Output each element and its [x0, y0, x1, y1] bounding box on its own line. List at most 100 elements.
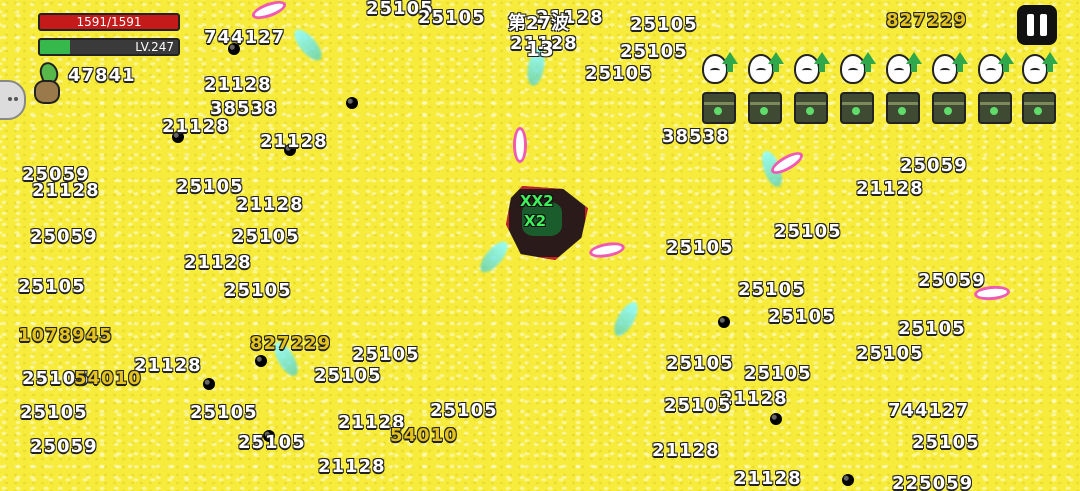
damage-number: 25105 [664, 395, 732, 416]
level-text: LV.247 [135, 40, 174, 54]
barrel-icon [794, 92, 828, 124]
wave-label: 第27波 [508, 13, 570, 34]
health-text: 1591/1591 [76, 15, 142, 29]
damage-number: 25105 [768, 306, 836, 327]
damage-number: 744127 [204, 27, 286, 48]
green-up-arrow-icon [814, 52, 830, 72]
damage-number: 25105 [232, 226, 300, 247]
dark-orb [346, 97, 358, 109]
player-character: XX2 X2 [498, 180, 590, 260]
barrel-icon [840, 92, 874, 124]
damage-number: 225059 [892, 473, 974, 491]
damage-number: 1078945 [18, 325, 113, 346]
upgrade-slot [700, 52, 738, 124]
pink-bolt [513, 127, 527, 163]
upgrade-slot [792, 52, 830, 124]
upgrade-slot [838, 52, 876, 124]
damage-number: 25105 [666, 237, 734, 258]
damage-number: 25105 [430, 400, 498, 421]
damage-number: 827229 [886, 10, 968, 31]
damage-number: 25059 [30, 226, 98, 247]
damage-number: 25059 [918, 270, 986, 291]
pause-icon [1040, 14, 1047, 36]
damage-number: 25105 [18, 276, 86, 297]
damage-number: 25105 [666, 353, 734, 374]
green-up-arrow-icon [860, 52, 876, 72]
damage-number: 25105 [774, 221, 842, 242]
damage-number: 25105 [620, 41, 688, 62]
damage-number: 25105 [912, 432, 980, 453]
upgrade-slot [1020, 52, 1058, 124]
experience-fill [40, 40, 71, 54]
green-up-arrow-icon [768, 52, 784, 72]
damage-number: 21128 [318, 456, 386, 477]
dark-orb [255, 355, 267, 367]
dark-orb [770, 413, 782, 425]
health-bar: 1591/1591 [38, 13, 180, 31]
damage-number: 21128 [162, 116, 230, 137]
upgrade-slot [746, 52, 784, 124]
damage-number: 54010 [390, 425, 458, 446]
ally-body [34, 80, 60, 104]
side-menu-tab[interactable] [0, 80, 26, 120]
damage-number: 25105 [418, 7, 486, 28]
damage-number: 25105 [352, 344, 420, 365]
pause-button[interactable] [1017, 5, 1057, 45]
pink-bolt [588, 239, 626, 261]
damage-number: 25105 [630, 14, 698, 35]
damage-number: 21128 [734, 468, 802, 489]
dark-orb [203, 378, 215, 390]
damage-number: 21128 [204, 74, 272, 95]
damage-number: 21128 [32, 180, 100, 201]
damage-number: 25105 [585, 63, 653, 84]
damage-number: 25105 [224, 280, 292, 301]
cyan-feather-projectile [289, 25, 327, 65]
green-up-arrow-icon [906, 52, 922, 72]
damage-number: 25105 [744, 363, 812, 384]
barrel-icon [1022, 92, 1056, 124]
damage-number: 25105 [856, 343, 924, 364]
experience-bar: LV.247 [38, 38, 180, 56]
damage-number: 25105 [314, 365, 382, 386]
game-field[interactable]: 25105 25105 25105 25105 25105 21128 2112… [0, 0, 1080, 491]
plant-ally [30, 59, 62, 104]
damage-number: 21128 [652, 440, 720, 461]
damage-number: 744127 [888, 400, 970, 421]
green-up-arrow-icon [722, 52, 738, 72]
upgrade-slot [930, 52, 968, 124]
damage-number: 38538 [662, 126, 730, 147]
pink-bolt [767, 147, 807, 179]
green-up-arrow-icon [952, 52, 968, 72]
damage-number: 54010 [74, 368, 142, 389]
damage-number: 25105 [898, 318, 966, 339]
damage-number: 25105 [738, 279, 806, 300]
barrel-icon [702, 92, 736, 124]
upgrade-slot [884, 52, 922, 124]
green-up-arrow-icon [998, 52, 1014, 72]
cyan-feather-projectile [609, 298, 643, 340]
barrel-icon [748, 92, 782, 124]
upgrade-slot [976, 52, 1014, 124]
damage-number: 25105 [20, 402, 88, 423]
barrel-icon [886, 92, 920, 124]
combo-text: XX2 [520, 192, 554, 210]
combo-text: X2 [524, 212, 547, 230]
damage-number: 21128 [856, 178, 924, 199]
damage-number: 21128 [184, 252, 252, 273]
damage-number: 25105 [176, 176, 244, 197]
pause-icon [1027, 14, 1034, 36]
dark-orb [842, 474, 854, 486]
damage-number: 25105 [238, 432, 306, 453]
damage-number: 25059 [900, 155, 968, 176]
barrel-icon [978, 92, 1012, 124]
pink-bolt [249, 0, 289, 23]
damage-number: 21128 [260, 131, 328, 152]
damage-number: 47841 [68, 65, 136, 86]
green-up-arrow-icon [1042, 52, 1058, 72]
dark-orb [718, 316, 730, 328]
damage-number: 25059 [30, 436, 98, 457]
damage-number: 25105 [190, 402, 258, 423]
upgrade-icons-row [700, 52, 1060, 124]
barrel-icon [932, 92, 966, 124]
damage-number: 21128 [134, 355, 202, 376]
